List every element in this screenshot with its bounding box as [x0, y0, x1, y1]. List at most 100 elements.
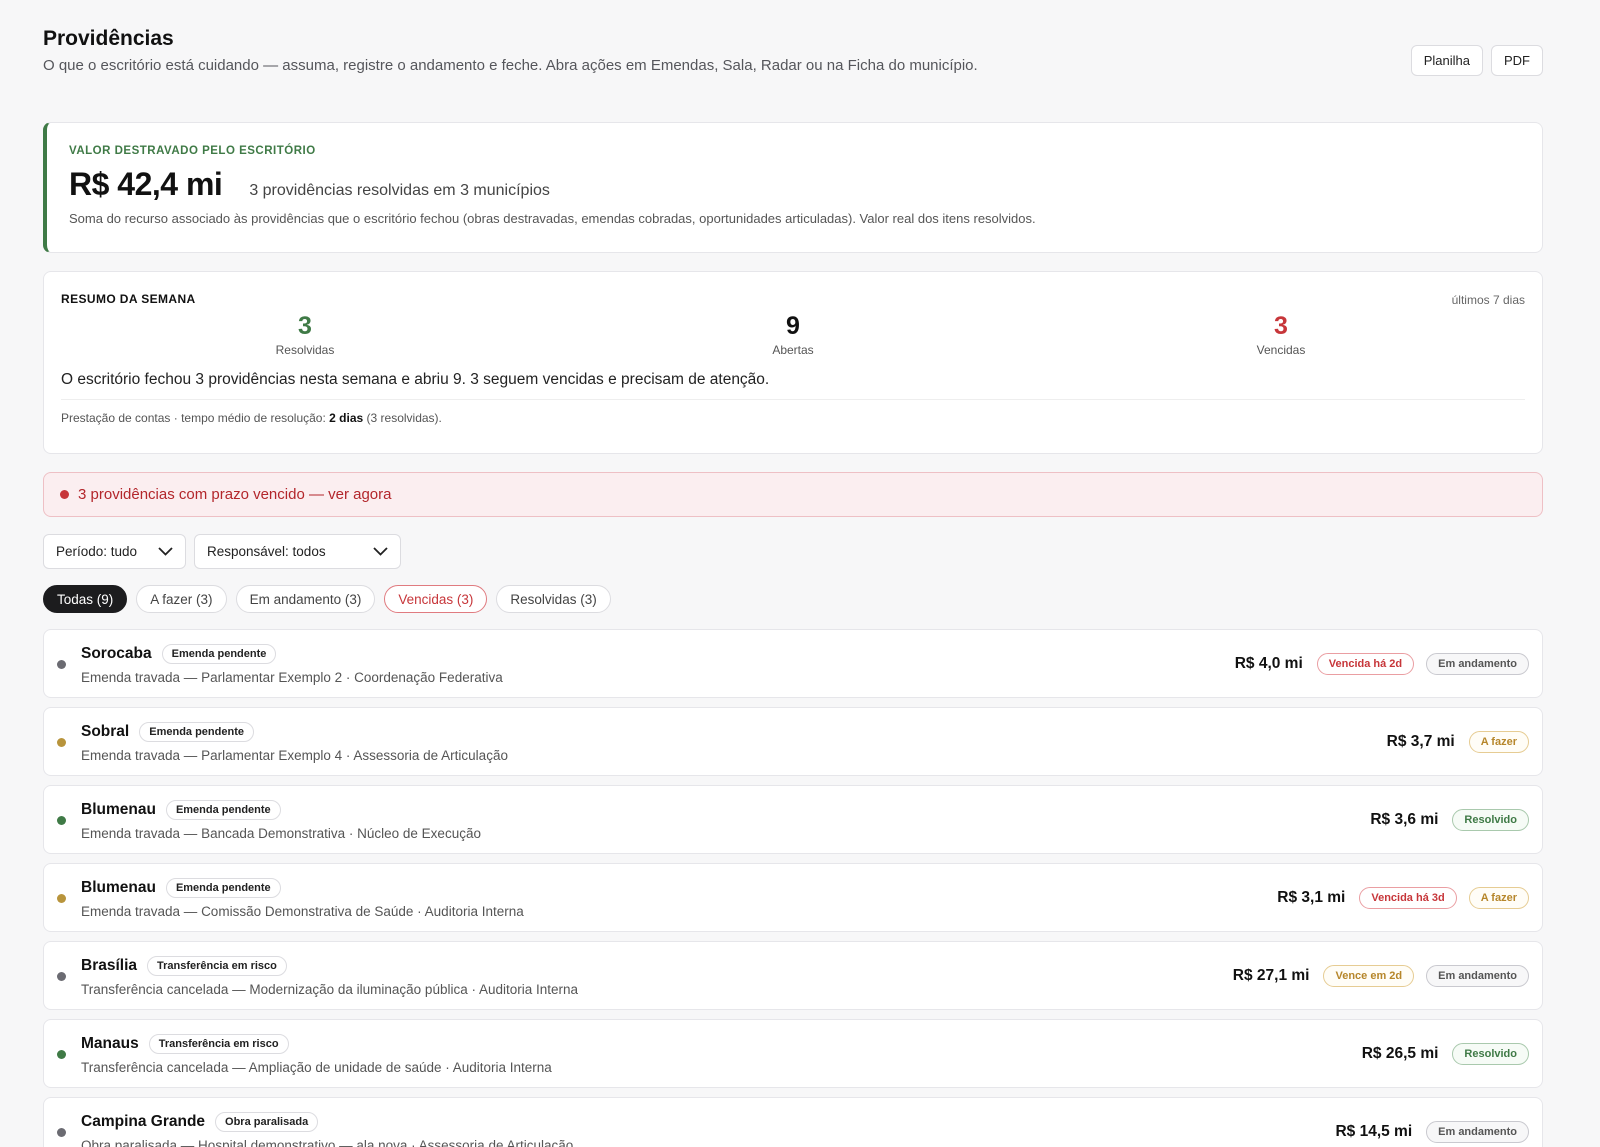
item-meta: R$ 3,1 mi Vencida há 3d A fazer: [1277, 864, 1529, 931]
item-value: R$ 26,5 mi: [1361, 1044, 1439, 1062]
item-description: Emenda travada — Parlamentar Exemplo 4 ·…: [81, 748, 508, 763]
status-dot-icon: [57, 816, 66, 825]
resumo-footer: Prestação de contas · tempo médio de res…: [61, 411, 1525, 425]
alert-dot-icon: [60, 490, 69, 499]
item-title-line: Manaus Transferência em risco: [81, 1034, 552, 1054]
item-meta: R$ 27,1 mi Vence em 2d Em andamento: [1233, 942, 1529, 1009]
item-value: R$ 3,7 mi: [1386, 732, 1455, 750]
list-item[interactable]: Campina Grande Obra paralisada Obra para…: [43, 1097, 1543, 1147]
item-meta: R$ 14,5 mi Em andamento: [1335, 1098, 1529, 1147]
stat-abertas: 9 Abertas: [549, 311, 1037, 361]
chevron-down-icon: [373, 547, 388, 556]
item-description: Emenda travada — Bancada Demonstrativa ·…: [81, 826, 481, 841]
status-badge: A fazer: [1468, 730, 1529, 753]
item-city: Sobral: [81, 723, 130, 740]
item-main: Sorocaba Emenda pendente Emenda travada …: [81, 644, 503, 685]
status-badge: Resolvido: [1452, 1042, 1529, 1065]
status-badge: A fazer: [1468, 886, 1529, 909]
deadline-badge: Vence em 2d: [1323, 964, 1415, 987]
list-item[interactable]: Blumenau Emenda pendente Emenda travada …: [43, 785, 1543, 854]
item-type-tag: Obra paralisada: [215, 1112, 319, 1132]
item-main: Campina Grande Obra paralisada Obra para…: [81, 1112, 573, 1147]
list-item[interactable]: Sobral Emenda pendente Emenda travada — …: [43, 707, 1543, 776]
item-city: Blumenau: [81, 801, 156, 818]
tab-resolvidas[interactable]: Resolvidas (3): [496, 585, 611, 613]
item-meta: R$ 3,7 mi A fazer: [1387, 708, 1529, 775]
tab-em-andamento[interactable]: Em andamento (3): [235, 585, 376, 613]
status-badge: Em andamento: [1426, 652, 1529, 675]
providencias-list: Sorocaba Emenda pendente Emenda travada …: [43, 629, 1543, 1147]
item-main: Blumenau Emenda pendente Emenda travada …: [81, 800, 481, 841]
item-meta: R$ 4,0 mi Vencida há 2d Em andamento: [1235, 630, 1529, 697]
period-select[interactable]: Período: tudo: [43, 534, 186, 569]
valor-destravado-card: VALOR DESTRAVADO PELO ESCRITÓRIO R$ 42,4…: [43, 122, 1543, 253]
page-header: Providências O que o escritório está cui…: [43, 26, 1543, 96]
status-dot-icon: [57, 738, 66, 747]
tab-a-fazer[interactable]: A fazer (3): [136, 585, 227, 613]
overdue-alert-banner[interactable]: 3 providências com prazo vencido — ver a…: [43, 472, 1543, 517]
list-item[interactable]: Brasília Transferência em risco Transfer…: [43, 941, 1543, 1010]
stat-vencidas: 3 Vencidas: [1037, 311, 1525, 361]
item-type-tag: Emenda pendente: [139, 722, 254, 742]
footer-suffix: (3 resolvidas).: [363, 411, 442, 425]
stat-value: 3: [1274, 312, 1288, 340]
item-title-line: Sobral Emenda pendente: [81, 722, 508, 742]
status-badge: Em andamento: [1426, 964, 1529, 987]
status-dot-icon: [57, 1128, 66, 1137]
deadline-badge: Vencida há 3d: [1359, 886, 1457, 909]
status-dot-icon: [57, 894, 66, 903]
divider: [61, 399, 1525, 400]
stat-label: Resolvidas: [275, 343, 335, 357]
item-description: Emenda travada — Comissão Demonstrativa …: [81, 904, 524, 919]
stat-resolvidas: 3 Resolvidas: [61, 311, 549, 361]
item-value: R$ 14,5 mi: [1335, 1122, 1413, 1140]
responsible-select-value: Responsável: todos: [207, 544, 326, 559]
stats-row: 3 Resolvidas 9 Abertas 3 Vencidas: [61, 311, 1525, 361]
item-main: Brasília Transferência em risco Transfer…: [81, 956, 578, 997]
resumo-label: RESUMO DA SEMANA: [61, 292, 196, 306]
deadline-badge: Vencida há 2d: [1316, 652, 1415, 675]
item-description: Obra paralisada — Hospital demonstrativo…: [81, 1138, 574, 1147]
export-pdf-button[interactable]: PDF: [1491, 45, 1543, 76]
stat-value: 3: [298, 312, 312, 340]
item-meta: R$ 3,6 mi Resolvido: [1370, 786, 1529, 853]
status-tabs: Todas (9) A fazer (3) Em andamento (3) V…: [43, 585, 1543, 613]
responsible-select[interactable]: Responsável: todos: [194, 534, 401, 569]
item-city: Campina Grande: [81, 1113, 206, 1130]
item-title-line: Blumenau Emenda pendente: [81, 878, 524, 898]
tab-todas[interactable]: Todas (9): [43, 585, 128, 613]
resumo-text: O escritório fechou 3 providências nesta…: [61, 371, 770, 388]
item-type-tag: Transferência em risco: [148, 1034, 289, 1054]
item-meta: R$ 26,5 mi Resolvido: [1362, 1020, 1529, 1087]
export-spreadsheet-button[interactable]: Planilha: [1410, 45, 1483, 76]
period-select-value: Período: tudo: [56, 544, 138, 559]
item-city: Blumenau: [81, 879, 156, 896]
status-dot-icon: [57, 660, 66, 669]
item-type-tag: Emenda pendente: [165, 800, 281, 820]
list-item[interactable]: Manaus Transferência em risco Transferên…: [43, 1019, 1543, 1088]
item-main: Blumenau Emenda pendente Emenda travada …: [81, 878, 524, 919]
header-actions: Planilha PDF: [1410, 45, 1543, 76]
valor-amount: R$ 42,4 mi: [69, 166, 223, 202]
footer-prefix: Prestação de contas · tempo médio de res…: [61, 411, 330, 425]
item-description: Transferência cancelada — Ampliação de u…: [81, 1060, 552, 1075]
status-badge: Em andamento: [1426, 1120, 1529, 1143]
item-value: R$ 3,1 mi: [1277, 888, 1346, 906]
item-title-line: Campina Grande Obra paralisada: [81, 1112, 573, 1132]
list-item[interactable]: Sorocaba Emenda pendente Emenda travada …: [43, 629, 1543, 698]
valor-label: VALOR DESTRAVADO PELO ESCRITÓRIO: [69, 145, 316, 157]
item-main: Sobral Emenda pendente Emenda travada — …: [81, 722, 508, 763]
status-dot-icon: [57, 972, 66, 981]
tab-vencidas[interactable]: Vencidas (3): [384, 585, 488, 613]
item-description: Emenda travada — Parlamentar Exemplo 2 ·…: [81, 670, 503, 685]
page: Providências O que o escritório está cui…: [43, 26, 1543, 1147]
footer-average-time: 2 dias: [329, 411, 364, 425]
item-title-line: Sorocaba Emenda pendente: [81, 644, 503, 664]
item-type-tag: Transferência em risco: [147, 956, 287, 976]
item-title-line: Brasília Transferência em risco: [81, 956, 578, 976]
page-subtitle: O que o escritório está cuidando — assum…: [43, 57, 978, 74]
alert-text: 3 providências com prazo vencido — ver a…: [78, 486, 392, 503]
chevron-down-icon: [158, 547, 173, 556]
list-item[interactable]: Blumenau Emenda pendente Emenda travada …: [43, 863, 1543, 932]
stat-label: Vencidas: [1256, 343, 1306, 357]
